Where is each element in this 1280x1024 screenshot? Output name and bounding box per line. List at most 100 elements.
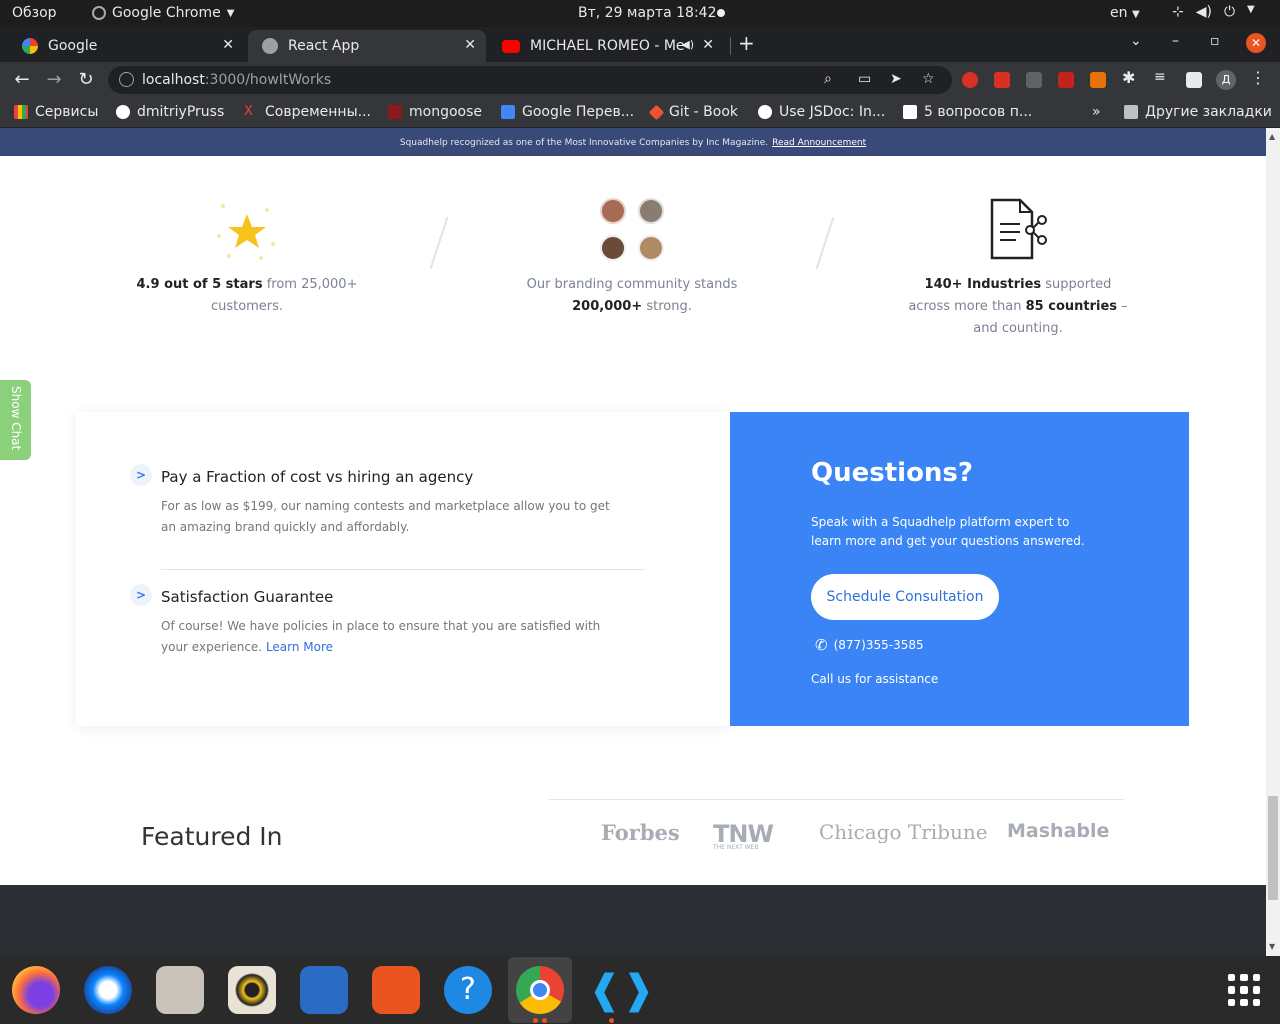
bookmark-item[interactable]: X Современны... bbox=[244, 104, 371, 120]
star-rating-icon bbox=[217, 204, 275, 260]
stat-divider bbox=[815, 217, 835, 269]
clock[interactable]: Вт, 29 марта 18:42 bbox=[578, 5, 716, 21]
files-icon[interactable] bbox=[156, 966, 204, 1014]
power-icon: ⏻ bbox=[1223, 4, 1236, 20]
stat-rating: 4.9 out of 5 stars from 25,000+ customer… bbox=[117, 274, 377, 318]
puzzle-extensions-icon[interactable]: ✱ bbox=[1122, 68, 1138, 87]
caret-down-icon: ▼ bbox=[1247, 4, 1255, 15]
bookmark-label: Другие закладки bbox=[1145, 104, 1272, 120]
bookmark-item[interactable]: Другие закладки bbox=[1124, 104, 1272, 120]
bookmark-item[interactable]: mongoose bbox=[388, 104, 482, 120]
url-text[interactable]: localhost:3000/howItWorks bbox=[142, 72, 331, 88]
scrollbar-thumb[interactable] bbox=[1268, 796, 1278, 900]
help-icon[interactable]: ? bbox=[444, 966, 492, 1014]
bookmark-item[interactable]: Git - Book bbox=[648, 104, 738, 120]
learn-more-link[interactable]: Learn More bbox=[266, 640, 333, 654]
schedule-consultation-button[interactable]: Schedule Consultation bbox=[811, 574, 999, 620]
vscode-icon[interactable]: ❰❱ bbox=[588, 966, 655, 1014]
tab-title: Google bbox=[48, 38, 98, 54]
chrome-dock-item[interactable] bbox=[508, 957, 572, 1023]
language-label: en bbox=[1110, 5, 1128, 21]
close-tab-icon[interactable]: ✕ bbox=[222, 37, 234, 53]
thunderbird-icon[interactable] bbox=[84, 966, 132, 1014]
stat-industries: 140+ Industries supported across more th… bbox=[888, 274, 1148, 340]
send-icon[interactable]: ➤ bbox=[890, 71, 902, 87]
language-selector[interactable]: en ▼ bbox=[1110, 5, 1140, 21]
community-avatars-icon bbox=[600, 198, 666, 264]
minimize-window-icon[interactable]: – bbox=[1172, 33, 1179, 49]
system-tray[interactable]: ⊹ ◀) ⏻ ▼ bbox=[1172, 4, 1255, 20]
new-tab-button[interactable]: + bbox=[738, 31, 755, 55]
stat-rating-bold: 4.9 out of 5 stars bbox=[136, 277, 263, 292]
bookmark-item[interactable]: Google Перев... bbox=[501, 104, 634, 120]
page-scrollbar[interactable]: ▲ ▼ bbox=[1266, 128, 1280, 956]
close-tab-icon[interactable]: ✕ bbox=[702, 37, 714, 53]
announcement-text: Squadhelp recognized as one of the Most … bbox=[399, 138, 769, 148]
running-indicator-icon bbox=[542, 1018, 547, 1023]
reader-mode-icon[interactable]: ▭ bbox=[858, 71, 871, 87]
tab-react-app[interactable]: React App ✕ bbox=[248, 30, 486, 62]
url-host: localhost bbox=[142, 72, 205, 88]
ubuntu-dock: ? ❰❱ bbox=[0, 956, 1280, 1024]
firefox-icon[interactable] bbox=[12, 966, 60, 1014]
maximize-window-icon[interactable]: ▫ bbox=[1210, 33, 1220, 49]
translate-icon bbox=[501, 105, 515, 119]
chicago-tribune-logo: Chicago Tribune bbox=[819, 820, 988, 844]
rhythmbox-icon[interactable] bbox=[228, 966, 276, 1014]
running-indicator-icon bbox=[609, 1018, 614, 1023]
forward-button[interactable]: → bbox=[44, 69, 64, 90]
scroll-down-icon[interactable]: ▼ bbox=[1269, 942, 1275, 951]
stat-rating-line2: customers. bbox=[210, 299, 284, 314]
chevron-right-icon: > bbox=[130, 464, 152, 486]
address-bar[interactable]: localhost:3000/howItWorks ⌕ ▭ ➤ ☆ bbox=[108, 66, 952, 94]
stat-community: Our branding community stands 200,000+ s… bbox=[502, 274, 762, 318]
bookmark-item[interactable]: Use JSDoc: In... bbox=[758, 104, 885, 120]
zoom-icon[interactable]: ⌕ bbox=[824, 71, 832, 87]
caret-down-icon: ▼ bbox=[1131, 9, 1140, 20]
close-tab-icon[interactable]: ✕ bbox=[464, 37, 476, 53]
announcement-banner: Squadhelp recognized as one of the Most … bbox=[0, 128, 1266, 156]
bookmark-item[interactable]: Сервисы bbox=[14, 104, 98, 120]
close-window-button[interactable]: ✕ bbox=[1246, 33, 1266, 53]
show-chat-button[interactable]: Show Chat bbox=[0, 380, 31, 460]
back-button[interactable]: ← bbox=[12, 69, 32, 90]
extension-icon[interactable] bbox=[1090, 72, 1106, 88]
read-announcement-link[interactable]: Read Announcement bbox=[772, 138, 866, 148]
tab-youtube[interactable]: MICHAEL ROMEO - Me ◀) ✕ bbox=[488, 30, 724, 62]
tab-search-chevron-icon[interactable]: ⌄ bbox=[1130, 33, 1142, 49]
browser-toolbar: ← → ↻ localhost:3000/howItWorks ⌕ ▭ ➤ ☆ … bbox=[0, 62, 1280, 98]
side-panel-icon[interactable] bbox=[1186, 72, 1202, 88]
bookmark-item[interactable]: 5 вопросов п... bbox=[903, 104, 1032, 120]
site-info-icon[interactable] bbox=[119, 72, 134, 87]
menu-kebab-icon[interactable]: ⋮ bbox=[1250, 68, 1266, 87]
phone-link[interactable]: ✆ (877)355-3585 bbox=[815, 636, 924, 654]
bookmarks-overflow-button[interactable]: » bbox=[1092, 104, 1101, 120]
reading-list-icon[interactable]: ≡ bbox=[1154, 69, 1170, 85]
libreoffice-writer-icon[interactable] bbox=[300, 966, 348, 1014]
reload-button[interactable]: ↻ bbox=[76, 69, 96, 90]
stat-industries-text: supported bbox=[1041, 277, 1112, 292]
app-menu[interactable]: Google Chrome ▼ bbox=[92, 5, 234, 21]
questions-subtitle: Speak with a Squadhelp platform expert t… bbox=[811, 515, 1085, 548]
benefit-text: For as low as $199, our naming contests … bbox=[161, 499, 610, 534]
stat-rating-text: from 25,000+ bbox=[262, 277, 358, 292]
audio-playing-icon[interactable]: ◀) bbox=[681, 38, 694, 51]
extension-icon[interactable] bbox=[1058, 72, 1074, 88]
activities-button[interactable]: Обзор bbox=[12, 5, 57, 21]
software-center-icon[interactable] bbox=[372, 966, 420, 1014]
apps-grid-icon bbox=[14, 105, 28, 119]
google-favicon-icon bbox=[22, 38, 38, 54]
bookmark-label: Сервисы bbox=[35, 104, 99, 120]
adblock-extension-icon[interactable] bbox=[962, 72, 978, 88]
show-applications-icon[interactable] bbox=[1228, 974, 1260, 1006]
github-icon bbox=[116, 105, 130, 119]
scroll-up-icon[interactable]: ▲ bbox=[1269, 132, 1275, 141]
bookmark-label: dmitriyPruss bbox=[137, 104, 225, 120]
media-extension-icon[interactable] bbox=[994, 72, 1010, 88]
bookmark-item[interactable]: dmitriyPruss bbox=[116, 104, 224, 120]
profile-avatar[interactable]: Д bbox=[1216, 70, 1236, 90]
bookmark-star-icon[interactable]: ☆ bbox=[922, 71, 935, 87]
stat-community-line1: Our branding community stands bbox=[526, 277, 738, 292]
tab-google[interactable]: Google ✕ bbox=[8, 30, 244, 62]
pen-extension-icon[interactable] bbox=[1026, 72, 1042, 88]
